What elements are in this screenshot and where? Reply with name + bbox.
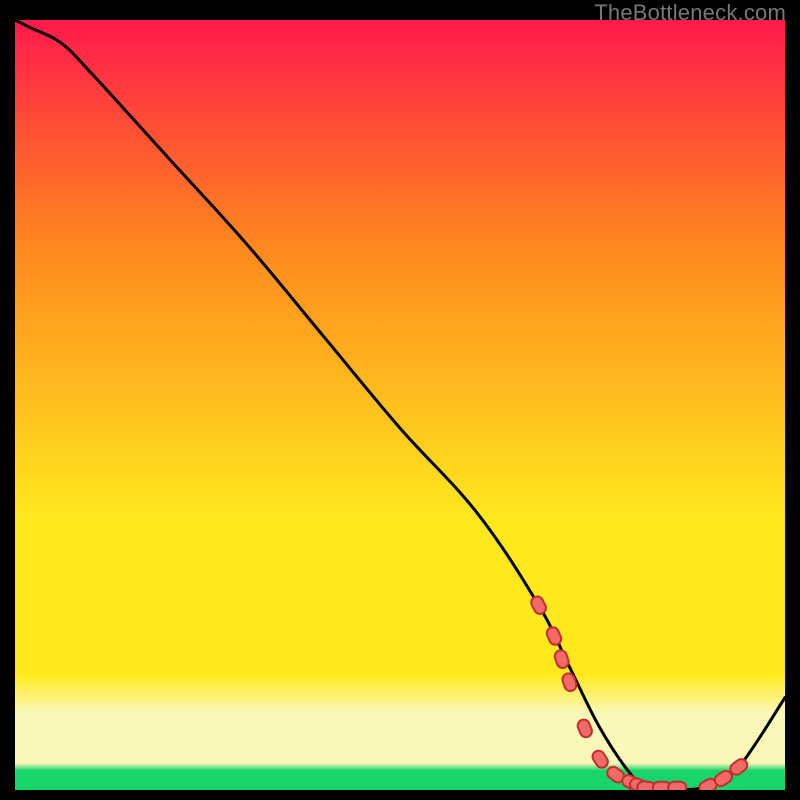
curve-marker — [590, 748, 610, 770]
curve-marker — [668, 782, 686, 790]
curve-marker — [545, 625, 563, 646]
curve-marker — [576, 718, 594, 739]
curve-marker — [561, 672, 578, 693]
curve-marker — [553, 649, 570, 670]
curve-path — [15, 20, 785, 790]
chart-overlay — [15, 20, 785, 790]
chart-frame — [15, 20, 785, 790]
marker-cluster-left — [529, 594, 686, 790]
chart-stage: TheBottleneck.com — [0, 0, 800, 800]
marker-cluster-right — [697, 757, 749, 790]
bottleneck-curve — [15, 20, 785, 790]
curve-marker — [529, 594, 548, 615]
